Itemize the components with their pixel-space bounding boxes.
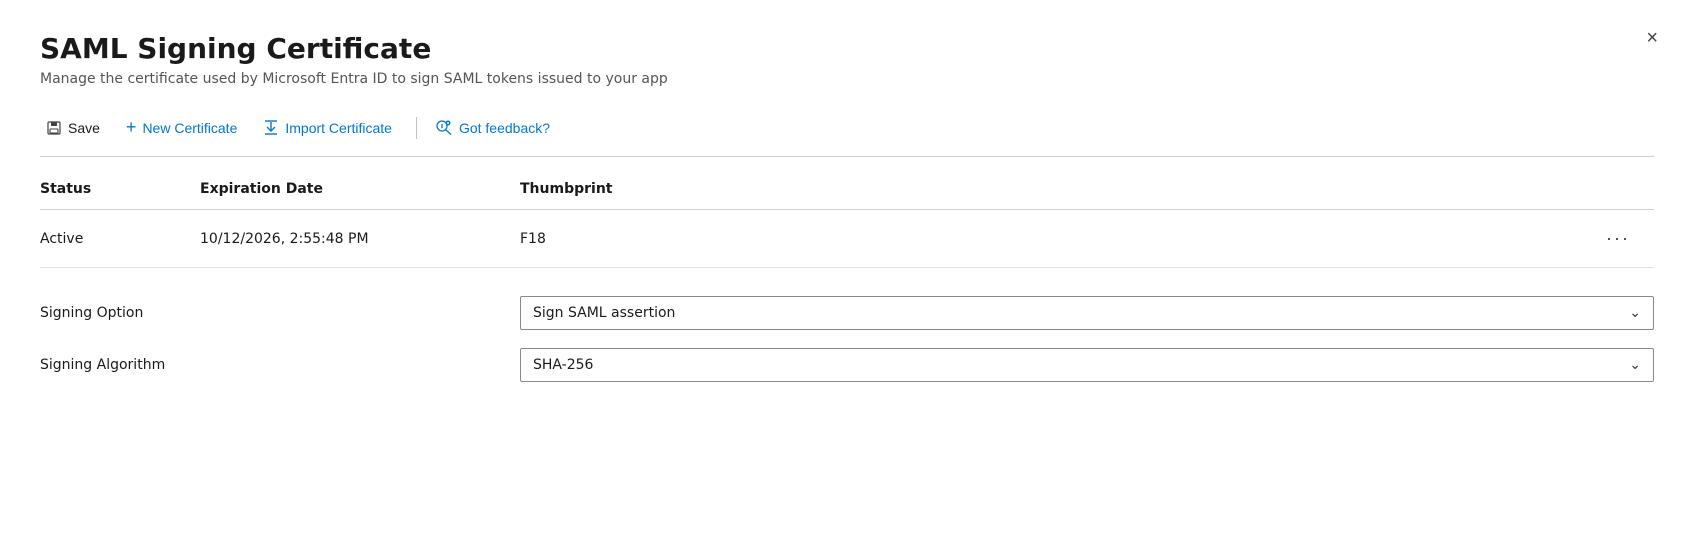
save-button[interactable]: Save — [40, 114, 114, 142]
more-actions-button[interactable]: ··· — [1598, 224, 1638, 253]
feedback-label: Got feedback? — [459, 120, 550, 136]
chevron-down-icon: ⌄ — [1629, 357, 1641, 373]
col-status: Status — [40, 169, 200, 210]
plus-icon: + — [126, 117, 137, 138]
new-certificate-button[interactable]: + New Certificate — [116, 111, 251, 144]
toolbar: Save + New Certificate Import Certificat… — [40, 111, 1654, 157]
signing-option-label: Signing Option — [40, 305, 520, 321]
signing-algorithm-label: Signing Algorithm — [40, 357, 520, 373]
signing-option-row: Signing Option Sign SAML assertion ⌄ — [40, 296, 1654, 330]
signing-option-value: Sign SAML assertion — [533, 305, 675, 321]
saml-signing-certificate-panel: × SAML Signing Certificate Manage the ce… — [0, 0, 1694, 550]
import-certificate-label: Import Certificate — [285, 120, 392, 136]
save-icon — [46, 120, 62, 136]
close-button[interactable]: × — [1646, 28, 1658, 48]
toolbar-divider — [416, 117, 417, 139]
signing-algorithm-value: SHA-256 — [533, 357, 593, 373]
panel-subtitle: Manage the certificate used by Microsoft… — [40, 71, 1654, 87]
panel-title: SAML Signing Certificate — [40, 32, 1654, 65]
save-label: Save — [68, 120, 100, 136]
signing-algorithm-row: Signing Algorithm SHA-256 ⌄ — [40, 348, 1654, 382]
col-thumbprint: Thumbprint — [520, 169, 1594, 210]
table-header-row: Status Expiration Date Thumbprint — [40, 169, 1654, 210]
cell-expiration-date: 10/12/2026, 2:55:48 PM — [200, 210, 520, 268]
col-actions — [1594, 169, 1654, 210]
feedback-button[interactable]: Got feedback? — [425, 114, 564, 142]
form-section: Signing Option Sign SAML assertion ⌄ Sig… — [40, 296, 1654, 382]
chevron-down-icon: ⌄ — [1629, 305, 1641, 321]
import-icon — [263, 120, 279, 136]
signing-option-select[interactable]: Sign SAML assertion ⌄ — [520, 296, 1654, 330]
table-row: Active 10/12/2026, 2:55:48 PM F18 ··· — [40, 210, 1654, 268]
new-certificate-label: New Certificate — [142, 120, 237, 136]
col-expiration-date: Expiration Date — [200, 169, 520, 210]
cell-status: Active — [40, 210, 200, 268]
feedback-icon — [435, 120, 453, 136]
cell-actions: ··· — [1594, 210, 1654, 268]
signing-algorithm-select[interactable]: SHA-256 ⌄ — [520, 348, 1654, 382]
import-certificate-button[interactable]: Import Certificate — [253, 114, 406, 142]
certificate-table: Status Expiration Date Thumbprint Active… — [40, 169, 1654, 268]
cell-thumbprint: F18 — [520, 210, 1594, 268]
